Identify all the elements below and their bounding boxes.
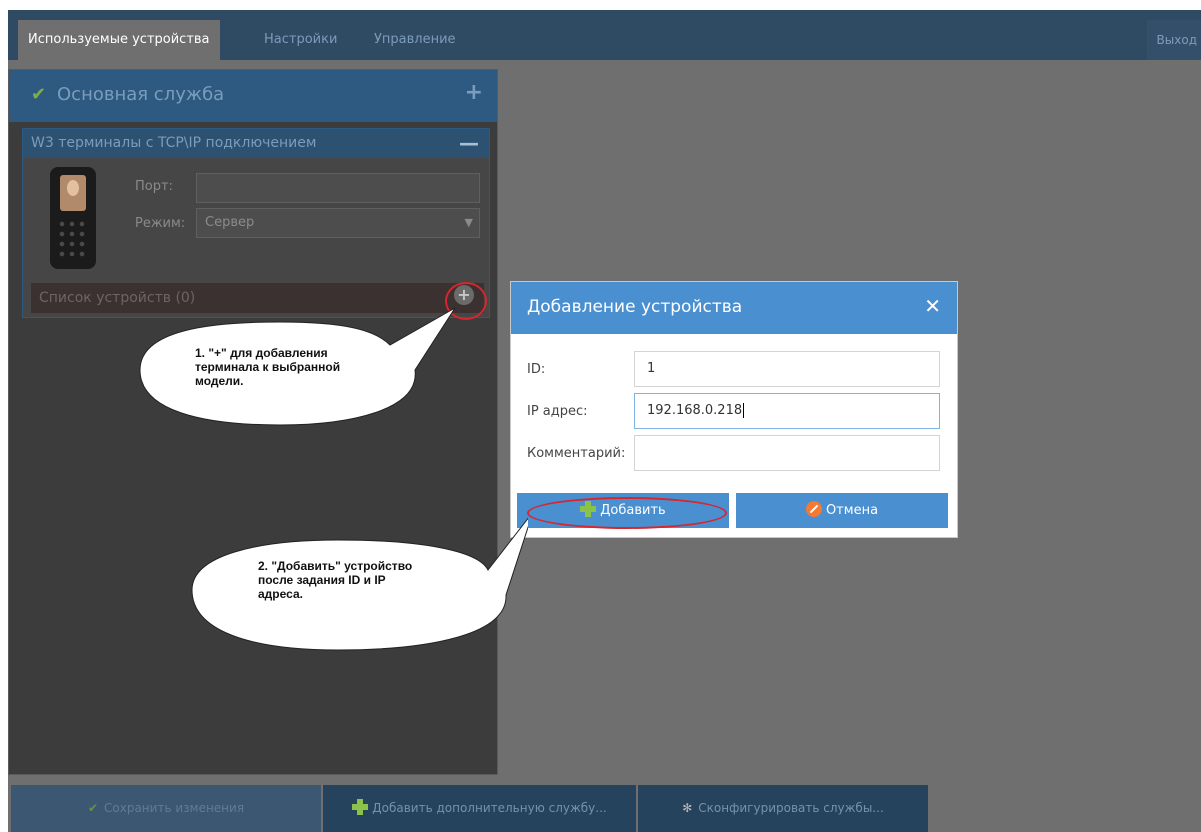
top-nav-bar: Используемые устройства Настройки Управл… bbox=[8, 10, 1201, 60]
add-service-icon[interactable]: + bbox=[465, 80, 483, 105]
tab-settings[interactable]: Настройки bbox=[264, 20, 337, 60]
service-title: Основная служба bbox=[57, 84, 225, 105]
add-service-button[interactable]: Добавить дополнительную службу... bbox=[323, 785, 636, 832]
logout-link[interactable]: Выход bbox=[1146, 20, 1201, 60]
comment-input[interactable] bbox=[634, 435, 940, 471]
service-panel-header[interactable]: ✔ Основная служба + bbox=[9, 70, 497, 122]
tab-management[interactable]: Управление bbox=[374, 20, 456, 60]
chevron-down-icon: ▼ bbox=[464, 216, 473, 229]
close-icon[interactable]: ✕ bbox=[924, 294, 941, 318]
collapse-icon[interactable]: — bbox=[459, 131, 479, 155]
configure-services-button[interactable]: ✻ Сконфигурировать службы... bbox=[638, 785, 928, 832]
callout-1-line-1: 1. "+" для добавления bbox=[195, 346, 328, 360]
check-icon: ✔ bbox=[87, 801, 99, 815]
add-service-label: Добавить дополнительную службу... bbox=[372, 801, 607, 815]
id-label: ID: bbox=[527, 362, 546, 377]
cancel-icon bbox=[805, 501, 822, 517]
callout-text-1: 1. "+" для добавления терминала к выбран… bbox=[195, 346, 340, 388]
dialog-header: Добавление устройства ✕ bbox=[511, 282, 957, 334]
port-label: Порт: bbox=[135, 179, 173, 194]
comment-label: Комментарий: bbox=[527, 446, 626, 461]
configure-services-label: Сконфигурировать службы... bbox=[698, 801, 884, 815]
save-changes-label: Сохранить изменения bbox=[104, 801, 245, 815]
tab-used-devices[interactable]: Используемые устройства bbox=[18, 20, 220, 60]
callout-2-line-2: после задания ID и IP bbox=[258, 573, 386, 587]
save-changes-button[interactable]: ✔ Сохранить изменения bbox=[11, 785, 321, 832]
terminal-model-title: W3 терминалы с TCP\IP подключением bbox=[31, 135, 317, 151]
mode-label: Режим: bbox=[135, 216, 186, 231]
cancel-button[interactable]: Отмена bbox=[736, 493, 948, 528]
callout-1-line-2: терминала к выбранной bbox=[195, 360, 341, 374]
port-input[interactable] bbox=[196, 173, 480, 203]
ip-input-value: 192.168.0.218 bbox=[647, 403, 743, 418]
terminal-image bbox=[50, 167, 96, 269]
ip-label: IP адрес: bbox=[527, 404, 588, 419]
callout-2-line-1: 2. "Добавить" устройство bbox=[258, 559, 413, 573]
terminal-model-panel: W3 терминалы с TCP\IP подключением — Пор… bbox=[22, 128, 490, 318]
id-input[interactable]: 1 bbox=[634, 351, 940, 387]
mode-select-value: Сервер bbox=[205, 215, 255, 230]
dialog-title: Добавление устройства bbox=[527, 297, 743, 317]
callout-2-line-3: адреса. bbox=[258, 587, 303, 601]
plus-icon bbox=[352, 799, 369, 815]
gear-icon: ✻ bbox=[682, 801, 693, 815]
callout-1-line-3: модели. bbox=[195, 374, 244, 388]
check-icon: ✔ bbox=[31, 84, 47, 105]
terminal-model-header[interactable]: W3 терминалы с TCP\IP подключением — bbox=[23, 129, 489, 158]
callout-text-2: 2. "Добавить" устройство после задания I… bbox=[258, 559, 412, 601]
mode-select[interactable]: Сервер ▼ bbox=[196, 208, 480, 238]
cancel-button-label: Отмена bbox=[825, 503, 879, 518]
ip-input[interactable]: 192.168.0.218 bbox=[634, 393, 940, 429]
highlight-ring-add bbox=[527, 497, 727, 529]
